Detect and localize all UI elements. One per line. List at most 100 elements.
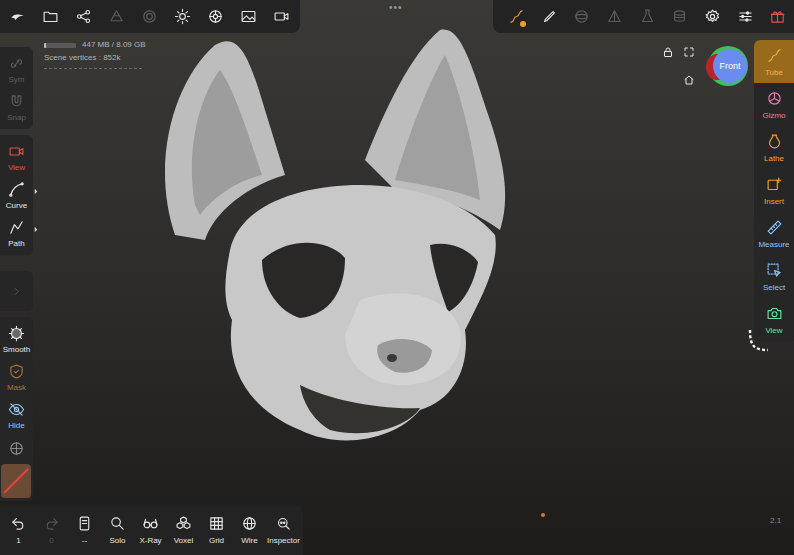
bottom-button[interactable]: Grid bbox=[200, 515, 233, 545]
redo-icon bbox=[43, 515, 60, 532]
brush-icon bbox=[541, 8, 558, 25]
sym-icon bbox=[8, 55, 25, 72]
left-tool[interactable]: Snap bbox=[0, 88, 33, 126]
tool-button[interactable]: Lathe bbox=[754, 126, 794, 169]
sun-icon bbox=[174, 8, 191, 25]
toolbar-button[interactable] bbox=[533, 0, 566, 33]
gift-icon bbox=[769, 8, 786, 25]
mask-icon bbox=[8, 363, 25, 380]
memory-bar bbox=[44, 43, 76, 48]
bottom-button[interactable]: 1 bbox=[2, 515, 35, 545]
toolbar-button[interactable] bbox=[265, 0, 298, 33]
toolbar-button[interactable] bbox=[133, 0, 166, 33]
toolbar-button[interactable] bbox=[1, 0, 34, 33]
bottom-button[interactable]: X-Ray bbox=[134, 515, 167, 545]
viewport-canvas[interactable] bbox=[0, 0, 794, 555]
bottom-button[interactable]: Wire bbox=[233, 515, 266, 545]
lock-icon[interactable] bbox=[662, 46, 674, 58]
toolbar-button[interactable] bbox=[598, 0, 631, 33]
insert-icon bbox=[766, 176, 783, 193]
flask-icon bbox=[639, 8, 656, 25]
logo-icon bbox=[9, 8, 26, 25]
voxel-icon bbox=[175, 515, 192, 532]
bottom-button[interactable]: Inspector bbox=[266, 515, 301, 545]
tool-button[interactable]: Measure bbox=[754, 212, 794, 255]
toolbar-button[interactable] bbox=[696, 0, 729, 33]
bottom-button[interactable]: Voxel bbox=[167, 515, 200, 545]
toolbar-button[interactable] bbox=[663, 0, 696, 33]
left-tool[interactable]: Smooth bbox=[0, 320, 33, 358]
target-icon bbox=[8, 440, 25, 457]
tool-button[interactable]: Tube bbox=[754, 40, 794, 83]
layers-icon bbox=[108, 8, 125, 25]
home-icon[interactable] bbox=[683, 74, 695, 86]
left-tool[interactable]: Hide bbox=[0, 396, 33, 434]
grid-icon bbox=[208, 515, 225, 532]
panel-handle-icon[interactable] bbox=[746, 328, 770, 354]
mask-model bbox=[165, 30, 505, 441]
material-swatch[interactable] bbox=[1, 464, 31, 498]
left-panel bbox=[0, 271, 33, 311]
bottom-button[interactable]: 0 bbox=[35, 515, 68, 545]
toolbar-button[interactable] bbox=[199, 0, 232, 33]
toolbar-button[interactable] bbox=[729, 0, 762, 33]
path-icon bbox=[8, 219, 25, 236]
bottom-button[interactable]: -- bbox=[68, 515, 101, 545]
scene-stats: 447 MB / 8.09 GBScene vertices : 852k bbox=[44, 40, 146, 69]
fullscreen-icon[interactable] bbox=[683, 46, 695, 58]
left-tool[interactable]: View bbox=[0, 138, 33, 176]
toolbar-button[interactable] bbox=[565, 0, 598, 33]
expand-arrow-icon bbox=[34, 188, 38, 195]
snap-icon bbox=[8, 93, 25, 110]
menu-dots[interactable]: ••• bbox=[389, 2, 403, 13]
tool-button[interactable]: Select bbox=[754, 255, 794, 298]
left-tool[interactable]: Curve bbox=[0, 176, 33, 214]
triangle-icon bbox=[606, 8, 623, 25]
measure-icon bbox=[766, 219, 783, 236]
smooth-icon bbox=[8, 325, 25, 342]
circle-icon bbox=[141, 8, 158, 25]
toolbar-button[interactable] bbox=[761, 0, 794, 33]
toolbar-button[interactable] bbox=[631, 0, 664, 33]
folder-icon bbox=[42, 8, 59, 25]
file-icon bbox=[76, 515, 93, 532]
pivot-dot bbox=[541, 513, 545, 517]
toolbar-button[interactable] bbox=[500, 0, 533, 33]
wheel-icon bbox=[207, 8, 224, 25]
toolbar-button[interactable] bbox=[100, 0, 133, 33]
bottom-button[interactable]: Solo bbox=[101, 515, 134, 545]
sphere-icon bbox=[573, 8, 590, 25]
inspector-icon bbox=[275, 515, 292, 532]
left-tool[interactable]: Sym bbox=[0, 50, 33, 88]
lathe-icon bbox=[766, 133, 783, 150]
slash-icon bbox=[1, 466, 31, 496]
left-tool[interactable]: Path bbox=[0, 214, 33, 252]
xray-icon bbox=[142, 515, 159, 532]
toolbar-button[interactable] bbox=[34, 0, 67, 33]
tool-button[interactable]: Gizmo bbox=[754, 83, 794, 126]
hide-icon bbox=[8, 401, 25, 418]
sliders-icon bbox=[737, 8, 754, 25]
right-toolbar: TubeGizmoLatheInsertMeasureSelectView bbox=[754, 40, 794, 341]
version-text: 2.1 bbox=[770, 516, 781, 525]
left-toolbar: SymSnap ViewCurvePath SmoothMaskHide bbox=[0, 47, 33, 501]
left-tool[interactable]: Mask bbox=[0, 358, 33, 396]
expand-arrow[interactable] bbox=[14, 287, 19, 296]
toolbar-button[interactable] bbox=[232, 0, 265, 33]
orientation-gizmo[interactable]: Front bbox=[706, 46, 748, 88]
bottom-toolbar: 10--SoloX-RayVoxelGridWireInspector bbox=[0, 505, 303, 555]
left-panel: SmoothMaskHide bbox=[0, 317, 33, 501]
tool-button[interactable]: Insert bbox=[754, 169, 794, 212]
left-tool[interactable] bbox=[0, 434, 33, 462]
toolbar-button[interactable] bbox=[67, 0, 100, 33]
top-right-toolbar bbox=[493, 0, 794, 33]
nomad-sculpt-screen: ••• 447 MB / 8.09 GBScene vertices : 852k… bbox=[0, 0, 794, 555]
undo-icon bbox=[10, 515, 27, 532]
camera-icon bbox=[8, 143, 25, 160]
curve-icon bbox=[8, 181, 25, 198]
view-icon bbox=[766, 305, 783, 322]
left-panel: SymSnap bbox=[0, 47, 33, 129]
tool-button[interactable]: View bbox=[754, 298, 794, 341]
toolbar-button[interactable] bbox=[166, 0, 199, 33]
select-icon bbox=[766, 262, 783, 279]
